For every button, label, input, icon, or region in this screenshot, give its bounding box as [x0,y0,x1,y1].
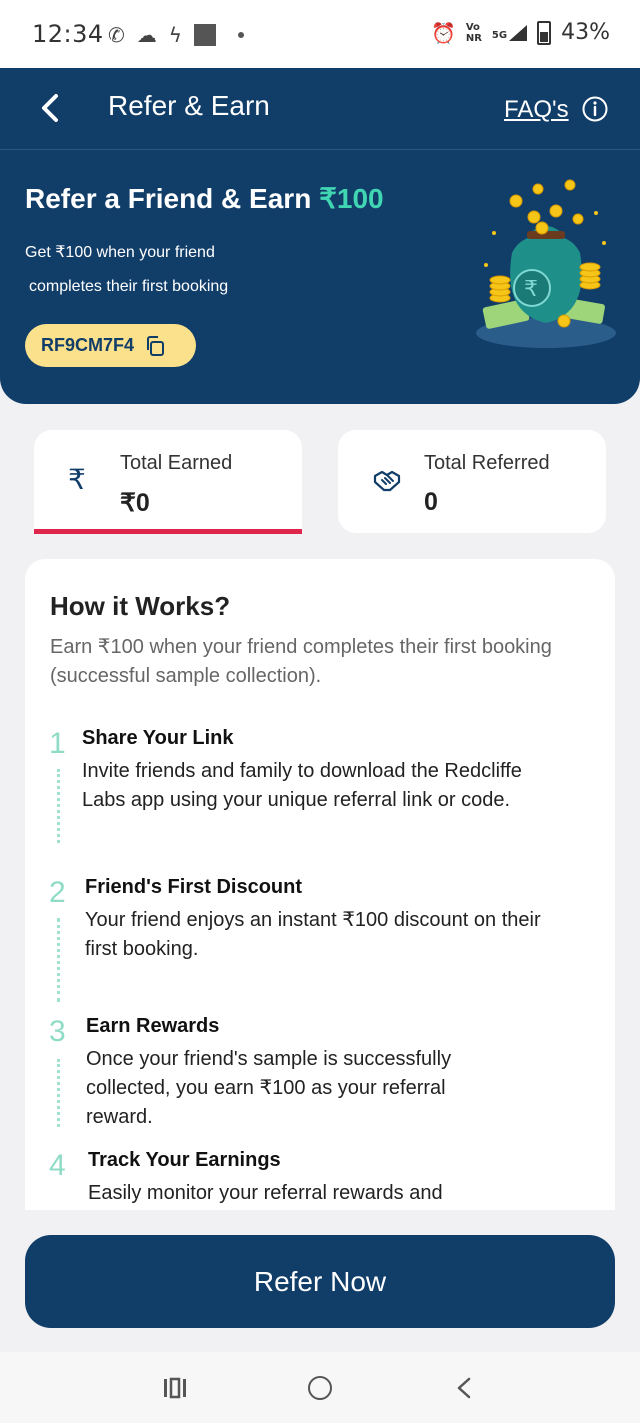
hero-subtitle: Get ₹100 when your friend completes thei… [25,244,229,295]
total-earned-value: ₹0 [120,489,150,517]
how-it-works-title: How it Works? [50,591,231,621]
refer-now-button[interactable]: Refer Now [25,1235,615,1328]
step-title: Earn Rewards [86,1015,220,1037]
app-icon: ϟ [168,23,182,47]
handshake-icon [373,470,401,492]
copy-icon [147,335,165,356]
faq-link[interactable]: FAQ's [504,96,569,124]
step-title: Track Your Earnings [88,1149,281,1171]
back-button[interactable] [36,90,66,126]
chat-icon: ☁ [136,23,157,47]
signal-icon: 5G [492,24,528,41]
total-earned-card[interactable]: ₹ Total Earned ₹0 [34,430,302,534]
info-icon[interactable] [582,96,608,122]
step-connector [57,918,60,1002]
home-icon[interactable] [308,1376,332,1400]
step-connector [57,769,60,843]
volte-indicator: Vo NR [465,21,482,44]
status-bar: 12:34 ✆ ☁ ϟ ⏰ Vo NR 5G 43% [0,0,640,68]
system-nav-bar [0,1352,640,1423]
total-referred-label: Total Referred [424,452,550,474]
recent-apps-icon[interactable] [162,1376,188,1400]
whatsapp-icon: ✆ [108,23,125,47]
top-nav: Refer & Earn FAQ's [0,68,640,150]
step-number: 3 [49,1015,66,1048]
how-it-works-description: Earn ₹100 when your friend completes the… [50,636,552,687]
more-notifications-icon [237,32,244,38]
svg-text:₹: ₹ [524,277,538,302]
alarm-icon: ⏰ [430,20,456,45]
step-body: Easily monitor your referral rewards and [88,1182,443,1204]
step-connector [57,1059,60,1127]
step-number: 2 [49,876,66,909]
hero-amount: ₹100 [319,183,384,214]
page-title: Refer & Earn [108,90,270,121]
step-body: Once your friend's sample is successfull… [86,1048,452,1128]
battery-percent: 43% [561,20,610,45]
battery-icon [537,20,552,45]
hero-title: Refer a Friend & Earn ₹100 [25,183,384,214]
referral-code: RF9CM7F4 [41,335,135,355]
money-bag-illustration: ₹ [476,179,616,348]
notification-icons: ✆ ☁ ϟ [108,22,244,48]
status-time: 12:34 [32,20,104,48]
total-referred-card[interactable]: Total Referred 0 [338,430,606,533]
system-back-icon[interactable] [454,1376,474,1400]
step-number: 1 [49,727,66,760]
step-body: Your friend enjoys an instant ₹100 disco… [85,909,541,960]
rupee-icon: ₹ [68,463,86,496]
total-earned-label: Total Earned [120,452,233,474]
step-title: Friend's First Discount [85,876,303,898]
referral-header: Refer & Earn FAQ's Refer a Friend & Earn… [0,68,640,404]
step-number: 4 [49,1149,66,1182]
total-referred-value: 0 [424,488,438,516]
referral-code-copy[interactable]: RF9CM7F4 [25,324,196,367]
system-icons: ⏰ Vo NR 5G 43% [431,20,610,45]
step-title: Share Your Link [82,727,234,749]
gallery-icon [193,24,216,46]
step-body: Invite friends and family to download th… [82,760,522,811]
how-it-works-card: How it Works? Earn ₹100 when your friend… [25,559,615,1210]
back-arrow-icon [42,94,58,122]
